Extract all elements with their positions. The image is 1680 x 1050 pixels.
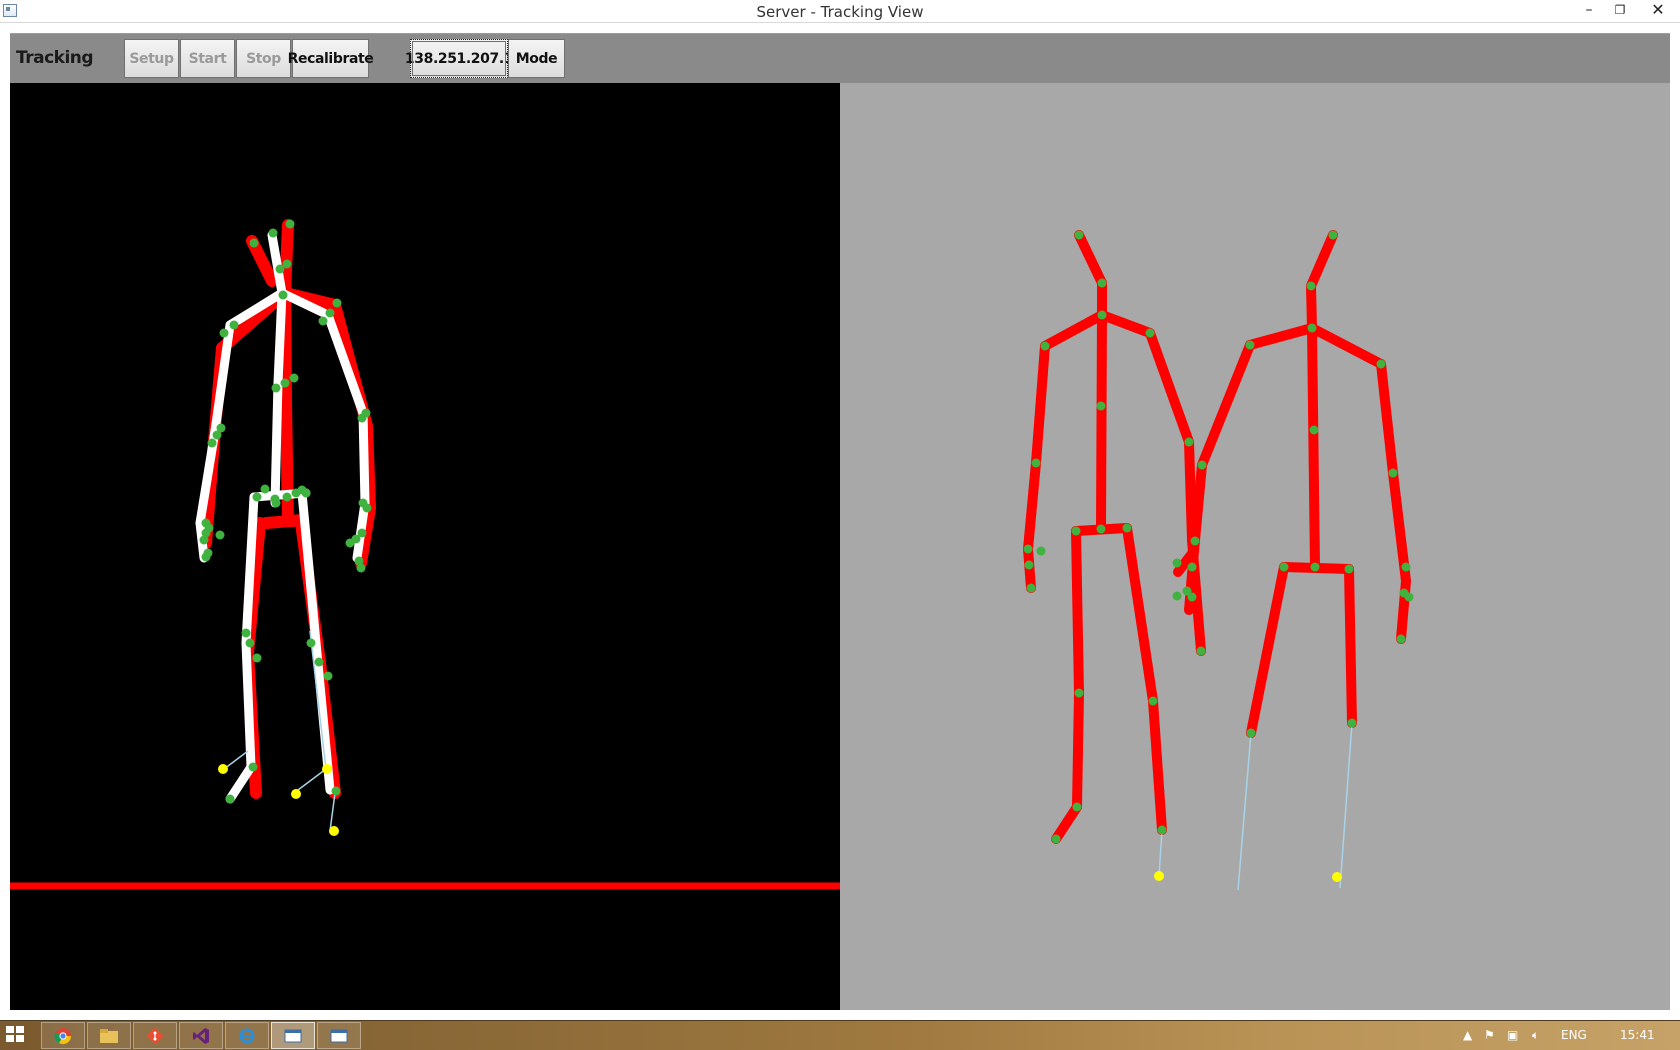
- start-button[interactable]: [6, 1026, 26, 1044]
- tracking-camera-view[interactable]: [10, 83, 840, 1010]
- tracking-server-taskbar-button[interactable]: [271, 1022, 315, 1049]
- foot-projection-lines: [1158, 722, 1353, 891]
- chrome-icon: [54, 1027, 72, 1044]
- ip-address-button[interactable]: 138.251.207.1: [405, 39, 513, 78]
- skeleton-figure-1: [1023, 230, 1206, 844]
- mode-button[interactable]: Mode: [508, 39, 565, 78]
- restore-button[interactable]: ❐: [1605, 0, 1635, 22]
- windows-logo-icon: [6, 1026, 14, 1033]
- start-button[interactable]: Start: [180, 39, 235, 78]
- language-indicator[interactable]: ENG: [1561, 1020, 1587, 1050]
- skeleton-model-view[interactable]: [840, 83, 1670, 1010]
- window-title: Server - Tracking View: [756, 3, 924, 21]
- setup-button[interactable]: Setup: [124, 39, 179, 78]
- window-icon: [284, 1029, 302, 1042]
- visual-studio-taskbar-button[interactable]: [179, 1022, 223, 1049]
- title-bar: Server - Tracking View – ❐ ✕: [0, 0, 1680, 23]
- git-icon: [146, 1027, 164, 1044]
- show-hidden-icons-button[interactable]: ▲: [1463, 1020, 1472, 1050]
- skeleton-figure-2: [1173, 230, 1411, 738]
- toolbar-title: Tracking: [16, 48, 94, 68]
- git-taskbar-button[interactable]: [133, 1022, 177, 1049]
- clock[interactable]: 15:41: [1620, 1020, 1655, 1050]
- visual-studio-icon: [193, 1027, 209, 1044]
- foot-markers: [218, 764, 339, 836]
- recalibrate-button[interactable]: Recalibrate: [288, 39, 374, 78]
- volume-icon[interactable]: 🔈︎: [1532, 1020, 1539, 1050]
- folder-icon: [100, 1028, 118, 1043]
- tracked-skeleton-red: [200, 219, 376, 799]
- ie-icon: [239, 1028, 255, 1043]
- file-explorer-taskbar-button[interactable]: [87, 1022, 131, 1049]
- foot-markers: [1154, 871, 1342, 882]
- network-icon[interactable]: ▣: [1507, 1020, 1518, 1050]
- close-button[interactable]: ✕: [1643, 0, 1673, 22]
- action-center-icon[interactable]: ⚑: [1484, 1020, 1495, 1050]
- toolbar: Tracking Setup Start Stop Recalibrate 13…: [10, 33, 1670, 83]
- minimize-button[interactable]: –: [1574, 0, 1604, 22]
- model-skeleton-canvas: [1023, 230, 1414, 891]
- camera-skeleton-canvas: [10, 219, 840, 890]
- chrome-taskbar-button[interactable]: [41, 1022, 85, 1049]
- ie-taskbar-button[interactable]: [225, 1022, 269, 1049]
- stop-button[interactable]: Stop: [236, 39, 291, 78]
- tracking-client-taskbar-button[interactable]: [317, 1022, 361, 1049]
- window-icon: [330, 1029, 348, 1042]
- taskbar: ▲ ⚑ ▣ 🔈︎ ENG 15:41: [0, 1020, 1680, 1050]
